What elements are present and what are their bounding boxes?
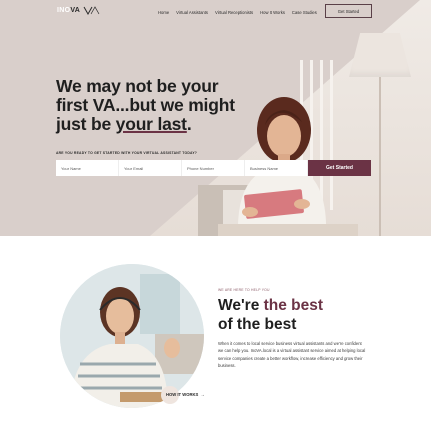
headset-woman-image <box>60 264 204 408</box>
main-menu: Home Virtual Assistants Virtual Receptio… <box>158 10 317 15</box>
arrow-right-icon: → <box>200 392 205 397</box>
how-it-works-link[interactable]: HOW IT WORKS → <box>166 392 205 397</box>
email-field[interactable]: Your Email <box>119 160 182 176</box>
logo-wordmark: INOVA <box>57 7 81 14</box>
headline-line-1: We may not be your <box>56 76 219 96</box>
signup-form: Your Name Your Email Phone Number Busine… <box>56 160 371 176</box>
about-title: We're the best of the best <box>218 297 324 333</box>
floor-lamp-pole <box>379 77 381 236</box>
inova-logo[interactable]: INOVA <box>57 6 101 15</box>
nav-item-case-studies[interactable]: Case Studies <box>292 10 317 15</box>
get-started-nav-button[interactable]: Get Started <box>325 4 372 18</box>
about-body: When it comes to local service business … <box>218 341 366 368</box>
about-eyebrow: WE ARE HERE TO HELP YOU <box>218 288 270 292</box>
hero-headline: We may not be your first VA...but we mig… <box>56 77 256 134</box>
nav-item-virtual-receptionists[interactable]: Virtual Receptionists <box>215 10 253 15</box>
headline-line-2: first VA...but we might <box>56 95 235 115</box>
headline-line-3: just be your last. <box>56 114 192 134</box>
about-woman-photo <box>60 264 204 408</box>
name-field[interactable]: Your Name <box>56 160 119 176</box>
top-navigation: INOVA Home Virtual Assistants Virtual Re… <box>0 0 431 24</box>
signup-form-label: ARE YOU READY TO GET STARTED WITH YOUR V… <box>56 151 198 155</box>
how-it-works-label: HOW IT WORKS <box>166 392 199 397</box>
business-name-field[interactable]: Business Name <box>245 160 308 176</box>
hero-section: INOVA Home Virtual Assistants Virtual Re… <box>0 0 431 236</box>
nav-item-virtual-assistants[interactable]: Virtual Assistants <box>176 10 208 15</box>
phone-field[interactable]: Phone Number <box>182 160 245 176</box>
nav-item-how-it-works[interactable]: How It Works <box>260 10 285 15</box>
get-started-submit-button[interactable]: Get Started <box>308 160 371 176</box>
logo-mark-icon <box>83 6 100 15</box>
nav-item-home[interactable]: Home <box>158 10 169 15</box>
